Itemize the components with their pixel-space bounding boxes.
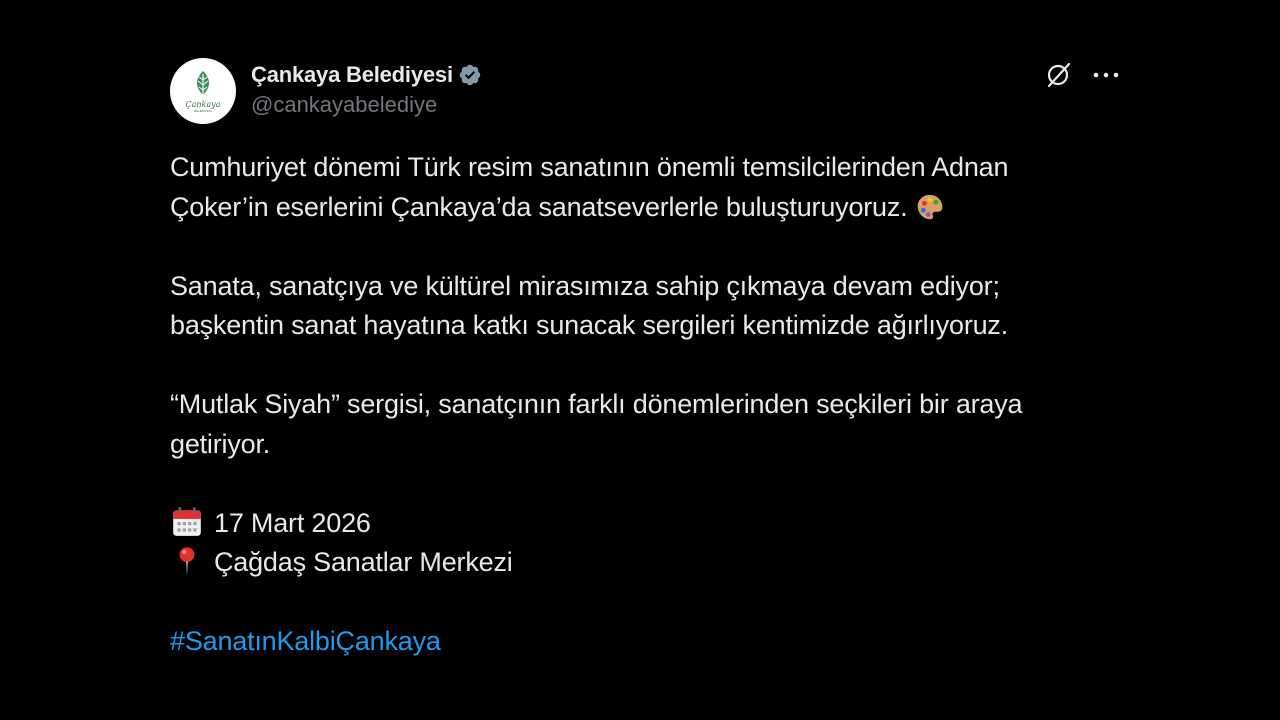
paragraph-4: 17 Mart 2026 Çağdaş Sanatlar Merkezi <box>170 504 1120 583</box>
grok-icon[interactable] <box>1044 60 1074 90</box>
text-line: “Mutlak Siyah” sergisi, sanatçının farkl… <box>170 389 1023 419</box>
display-name-row: Çankaya Belediyesi <box>251 62 482 88</box>
palette-icon <box>917 194 943 219</box>
display-name[interactable]: Çankaya Belediyesi <box>251 62 453 88</box>
account-names: Çankaya Belediyesi @cankayabelediye <box>251 62 482 118</box>
avatar-subtext: BELEDİYESİ <box>194 108 212 113</box>
more-dots-icon <box>1093 72 1119 78</box>
more-icon[interactable] <box>1092 60 1120 90</box>
paragraph-2: Sanata, sanatçıya ve kültürel mirasımıza… <box>170 267 1120 346</box>
event-location: Çağdaş Sanatlar Merkezi <box>214 547 513 577</box>
calendar-icon <box>173 506 201 536</box>
hashtag-link[interactable]: #SanatınKalbiÇankaya <box>170 626 441 656</box>
header-actions <box>1044 60 1120 90</box>
text-line: başkentin sanat hayatına katkı sunacak s… <box>170 310 1009 340</box>
paragraph-5: #SanatınKalbiÇankaya <box>170 622 1120 662</box>
text-line: Çoker’in eserlerini Çankaya’da sanatseve… <box>170 191 908 222</box>
handle[interactable]: @cankayabelediye <box>251 92 482 118</box>
tweet: Çankaya BELEDİYESİ Çankaya Belediyesi @c… <box>170 58 1120 662</box>
avatar-text: Çankaya <box>185 99 221 109</box>
leaf-logo-icon <box>196 70 210 98</box>
text-line: Cumhuriyet dönemi Türk resim sanatının ö… <box>170 152 1009 182</box>
paragraph-1: Cumhuriyet dönemi Türk resim sanatının ö… <box>170 148 1120 227</box>
paragraph-3: “Mutlak Siyah” sergisi, sanatçının farkl… <box>170 385 1120 464</box>
tweet-text: Cumhuriyet dönemi Türk resim sanatının ö… <box>170 148 1120 662</box>
pin-icon <box>179 547 195 576</box>
tweet-header: Çankaya BELEDİYESİ Çankaya Belediyesi @c… <box>170 58 1120 128</box>
text-line: Sanata, sanatçıya ve kültürel mirasımıza… <box>170 270 1000 301</box>
avatar[interactable]: Çankaya BELEDİYESİ <box>170 58 236 124</box>
event-date: 17 Mart 2026 <box>214 507 371 538</box>
text-line: getiriyor. <box>170 428 271 459</box>
verified-badge-icon <box>459 64 481 86</box>
